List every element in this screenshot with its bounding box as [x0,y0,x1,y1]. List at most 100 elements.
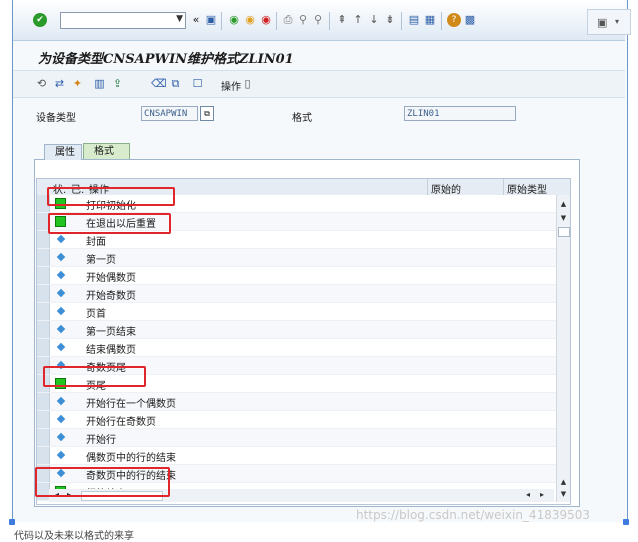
table-body: 打印初始化 在退出以后重置 封面 第一页 开始偶数页 开始奇数页 页首 第一页结束 结束偶数页奇… [37,195,556,501]
table-row[interactable]: 第一页 [37,249,556,267]
row-label: 开始行在奇数页 [86,417,156,428]
operation-button[interactable]: 操作 [221,78,241,93]
page-title: 为设备类型CNSAPWIN维护格式ZLIN01 [38,52,294,67]
row-selector[interactable] [37,339,50,356]
operation-icon[interactable]: ☐ [191,77,204,90]
first-page-icon[interactable]: ⇞ [335,13,349,27]
row-selector[interactable] [37,321,50,338]
command-field[interactable]: ▼ [60,12,186,29]
row-label: 封面 [86,237,106,248]
toolbar-separator [441,12,442,30]
status-diamond-icon [56,324,66,334]
transport-icon[interactable]: ⇪ [111,77,124,90]
status-diamond-icon [56,342,66,352]
application-toolbar: ⟲ ⇄ ✦ ▥ ⇪ ⌫ ⧉ ☐ 操作 ▯ [13,70,625,98]
system-toolbar: ✔ ▼ « ▣ ◉ ◉ ◉ ⎙ ⚲ ⚲ ⇞ ↑ ↓ ⇟ ▤ ▦ ? ▩ ▣ ▾ [13,0,631,41]
prev-page-icon[interactable]: ↑ [351,13,365,27]
status-diamond-icon [56,414,66,424]
row-label: 页首 [86,309,106,320]
table-row[interactable]: 页首 [37,303,556,321]
row-selector[interactable] [37,411,50,428]
format-label: 格式 [292,113,312,124]
header-divider [427,179,428,195]
find-next-icon[interactable]: ⚲ [311,13,325,27]
annotation-box [48,213,171,234]
toolbar-separator [329,12,330,30]
row-label: 开始行 [86,435,116,446]
scroll-down-icon[interactable]: ▼ [558,213,569,224]
save-icon[interactable]: ▣ [204,13,218,27]
header-divider [503,179,504,195]
status-diamond-icon [56,396,66,406]
shortcut-icon[interactable]: ▦ [423,13,437,27]
row-label: 开始偶数页 [86,273,136,284]
next-page-icon[interactable]: ↓ [367,13,381,27]
delete-icon[interactable]: ⌫ [151,77,167,90]
back-icon[interactable]: ◉ [227,13,241,27]
scroll-up-icon[interactable]: ▲ [558,477,569,488]
header-original[interactable]: 原始的 [431,181,461,196]
table-row[interactable]: 开始奇数页 [37,285,556,303]
watermark: https://blog.csdn.net/weixin_41839503 [356,508,591,522]
device-type-field[interactable]: CNSAPWIN [141,106,198,121]
annotation-box [35,467,170,497]
row-selector[interactable] [37,303,50,320]
row-label: 开始奇数页 [86,291,136,302]
exit-icon[interactable]: ◉ [243,13,257,27]
cancel-icon[interactable]: ◉ [259,13,273,27]
header-original-type[interactable]: 原始类型 [507,181,547,196]
layout-icon[interactable]: ▩ [463,13,477,27]
toolbar-separator [221,12,222,30]
new-document-icon[interactable]: ▯ [241,77,254,90]
customize-layout-button[interactable]: ▣ ▾ [587,9,631,35]
table-row[interactable]: 开始行 [37,429,556,447]
table-row[interactable]: 开始行在一个偶数页 [37,393,556,411]
row-selector[interactable] [37,267,50,284]
row-label: 偶数页中的行的结束 [86,453,176,464]
scroll-right-icon[interactable]: ▸ [540,490,544,499]
find-icon[interactable]: ⚲ [296,13,310,27]
row-selector[interactable] [37,285,50,302]
row-selector[interactable] [37,393,50,410]
where-used-icon[interactable]: ▥ [93,77,106,90]
table-row[interactable]: 第一页结束 [37,321,556,339]
last-page-icon[interactable]: ⇟ [383,13,397,27]
vertical-scrollbar[interactable]: ▲ ▼ ▲ ▼ [556,195,570,502]
status-diamond-icon [56,252,66,262]
copy-icon[interactable]: ⧉ [169,77,182,90]
device-type-label: 设备类型 [36,113,76,124]
scroll-thumb[interactable] [558,227,570,237]
scroll-left-icon[interactable]: ◂ [526,490,530,499]
status-diamond-icon [56,234,66,244]
new-session-icon[interactable]: ▤ [407,13,421,27]
scroll-up-icon[interactable]: ▲ [558,199,569,210]
annotation-box [47,187,175,206]
row-label: 开始行在一个偶数页 [86,399,176,410]
other-object-icon[interactable]: ⇄ [53,77,66,90]
chevron-down-icon: ▾ [615,17,620,26]
annotation-box [43,366,146,387]
scroll-down-icon[interactable]: ▼ [558,489,569,500]
toolbar-separator [276,12,277,30]
collapse-icon[interactable]: « [189,13,203,27]
tab-format[interactable]: 格式 [83,143,130,159]
image-icon: ▣ [597,16,608,29]
table-row[interactable]: 开始偶数页 [37,267,556,285]
table-row[interactable]: 开始行在奇数页 [37,411,556,429]
row-selector[interactable] [37,447,50,464]
row-selector[interactable] [37,429,50,446]
help-icon[interactable]: ? [447,13,461,27]
activate-icon[interactable]: ✦ [71,77,84,90]
status-diamond-icon [56,432,66,442]
display-change-icon[interactable]: ⟲ [35,77,48,90]
row-selector[interactable] [37,249,50,266]
chevron-down-icon[interactable]: ▼ [176,14,183,24]
selection-handle [623,519,629,525]
print-icon[interactable]: ⎙ [281,13,295,27]
table-row[interactable]: 偶数页中的行的结束 [37,447,556,465]
table-row[interactable]: 结束偶数页 [37,339,556,357]
device-type-help-icon[interactable]: ⧉ [200,106,214,121]
tab-attributes[interactable]: 属性 [44,144,82,160]
check-icon[interactable]: ✔ [33,13,47,27]
format-field[interactable]: ZLIN01 [404,106,516,121]
